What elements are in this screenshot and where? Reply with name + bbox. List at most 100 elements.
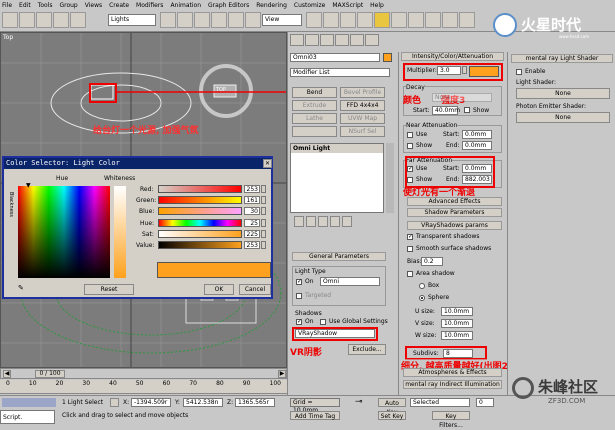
bevel-profile-button[interactable]: Bevel Profile <box>340 87 385 98</box>
hierarchy-tab-icon[interactable] <box>320 34 334 46</box>
undo-icon[interactable] <box>2 12 18 28</box>
prev-frame-icon[interactable]: ◀ <box>3 370 11 378</box>
menu-item[interactable]: Rendering <box>256 2 287 9</box>
sphere-radio[interactable] <box>419 295 425 301</box>
light-shader-button[interactable]: None <box>516 88 610 99</box>
green-value[interactable]: 161 <box>244 196 260 204</box>
menu-item[interactable]: Animation <box>170 2 201 9</box>
show-end-result-icon[interactable] <box>306 216 316 227</box>
current-frame-field[interactable]: 0 <box>476 398 494 407</box>
next-frame-icon[interactable]: ▶ <box>278 370 286 378</box>
render-scene-icon[interactable] <box>459 12 475 28</box>
light-on-checkbox[interactable] <box>296 278 302 285</box>
rect-select-icon[interactable] <box>194 12 210 28</box>
near-show-checkbox[interactable] <box>407 143 413 149</box>
time-range-label[interactable]: 0 / 100 <box>35 370 65 378</box>
light-type-dropdown[interactable]: Omni <box>320 277 380 286</box>
manipulate-icon[interactable] <box>323 12 339 28</box>
bend-button[interactable]: Bend <box>292 87 337 98</box>
sat-spinner[interactable] <box>261 230 266 238</box>
menu-item[interactable]: Tools <box>38 2 53 9</box>
value-slider[interactable] <box>158 241 242 249</box>
selection-filter-dropdown[interactable]: Lights <box>108 14 156 26</box>
utilities-tab-icon[interactable] <box>365 34 379 46</box>
configure-sets-icon[interactable] <box>342 216 352 227</box>
move-icon[interactable] <box>211 12 227 28</box>
lock-selection-icon[interactable] <box>110 398 119 407</box>
stack-scrollbar[interactable] <box>386 143 394 213</box>
menu-item[interactable]: Modifiers <box>136 2 163 9</box>
transparent-shadows-checkbox[interactable] <box>407 233 413 240</box>
uvw-map-button[interactable]: UVW Map <box>340 113 385 124</box>
key-filters-button[interactable]: Key Filters... <box>432 411 470 429</box>
script-listener[interactable]: Script. <box>0 410 55 424</box>
close-icon[interactable]: ✕ <box>263 159 272 168</box>
menu-item[interactable]: Group <box>59 2 77 9</box>
selected-dropdown[interactable]: Selected <box>410 398 470 407</box>
use-global-checkbox[interactable] <box>320 319 326 325</box>
make-unique-icon[interactable] <box>318 216 328 227</box>
track-bar[interactable]: 0 10 20 30 40 50 60 70 80 90 100 <box>0 380 287 394</box>
add-time-tag-button[interactable]: Add Time Tag <box>290 411 340 420</box>
menu-item[interactable]: Customize <box>294 2 326 9</box>
red-slider[interactable] <box>158 185 242 193</box>
value-value[interactable]: 253 <box>244 241 260 249</box>
nsurf-sel-button[interactable]: NSurf Sel <box>340 126 385 137</box>
set-key-button[interactable]: Set Key <box>378 411 406 420</box>
snap-icon[interactable] <box>340 12 356 28</box>
auto-key-button[interactable]: Auto Key <box>378 398 406 416</box>
shadows-on-checkbox[interactable] <box>296 318 302 325</box>
box-radio[interactable] <box>419 283 425 289</box>
exclude-button[interactable]: Exclude... <box>348 344 386 355</box>
w-size-field[interactable]: 10.0mm <box>441 331 473 340</box>
vray-shadows-header[interactable]: VRayShadows params <box>407 221 502 230</box>
near-use-checkbox[interactable] <box>407 132 413 138</box>
menu-item[interactable]: MAXScript <box>332 2 363 9</box>
green-spinner[interactable] <box>261 196 266 204</box>
menu-item[interactable]: Views <box>85 2 102 9</box>
intensity-header[interactable]: Intensity/Color/Attenuation <box>401 52 504 61</box>
photon-shader-button[interactable]: None <box>516 112 610 123</box>
u-size-field[interactable]: 10.0mm <box>441 307 473 316</box>
curve-editor-icon[interactable] <box>425 12 441 28</box>
object-color-swatch[interactable] <box>383 53 392 62</box>
select-by-name-icon[interactable] <box>177 12 193 28</box>
display-tab-icon[interactable] <box>350 34 364 46</box>
modifier-list-dropdown[interactable]: Modifier List <box>290 68 390 77</box>
ok-button[interactable]: OK <box>204 284 234 295</box>
eyedropper-icon[interactable]: ✎ <box>18 284 28 294</box>
decay-show-checkbox[interactable] <box>464 107 470 113</box>
stack-item-omni-light[interactable]: Omni Light <box>291 144 383 153</box>
empty-modifier-button[interactable] <box>292 126 337 137</box>
pin-stack-icon[interactable] <box>294 216 304 227</box>
enable-checkbox[interactable] <box>516 69 522 75</box>
bias-field[interactable]: 0.2 <box>421 257 443 266</box>
bind-icon[interactable] <box>70 12 86 28</box>
red-value[interactable]: 253 <box>244 185 260 193</box>
redo-icon[interactable] <box>19 12 35 28</box>
layer-icon[interactable] <box>408 12 424 28</box>
hue-value[interactable]: 25 <box>244 219 260 227</box>
menu-item[interactable]: Edit <box>19 2 31 9</box>
mental-ray-header[interactable]: mental ray Light Shader <box>511 54 613 63</box>
whiteness-bar[interactable] <box>114 186 126 278</box>
key-icon[interactable]: ⊸ <box>355 397 363 407</box>
z-coordinate-field[interactable]: 1365.565r <box>235 398 275 407</box>
decay-start-field[interactable]: 40.0mm <box>432 106 460 115</box>
blue-spinner[interactable] <box>261 207 266 215</box>
area-shadow-checkbox[interactable] <box>407 271 413 277</box>
hue-spinner[interactable] <box>261 219 266 227</box>
shadow-params-header[interactable]: Shadow Parameters <box>407 208 502 217</box>
object-name-field[interactable]: Omni03 <box>290 53 380 62</box>
angle-snap-icon[interactable] <box>357 12 373 28</box>
cancel-button[interactable]: Cancel <box>239 284 271 295</box>
extrude-button[interactable]: Extrude <box>292 100 337 111</box>
v-size-field[interactable]: 10.0mm <box>441 319 473 328</box>
time-slider[interactable]: ◀ 0 / 100 ▶ <box>0 368 287 379</box>
mirror-icon[interactable] <box>374 12 390 28</box>
link-icon[interactable] <box>36 12 52 28</box>
blue-slider[interactable] <box>158 207 242 215</box>
viewport-label[interactable]: Top <box>3 34 13 41</box>
y-coordinate-field[interactable]: 5412.538n <box>183 398 223 407</box>
remove-modifier-icon[interactable] <box>330 216 340 227</box>
